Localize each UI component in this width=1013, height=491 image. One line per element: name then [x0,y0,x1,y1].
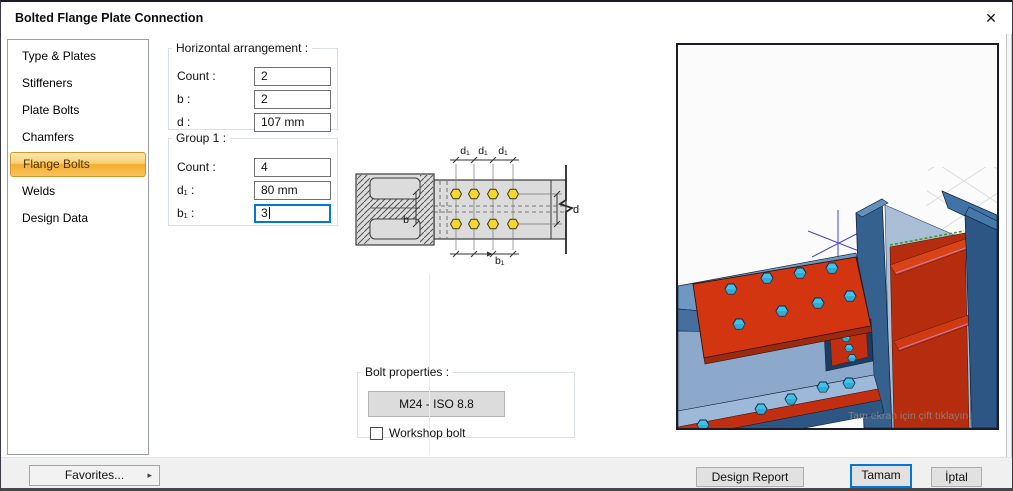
count-field[interactable]: 2 [254,67,331,86]
group1-group: Group 1 : Count : 4 d₁ : 80 mm b₁ : 3 [168,131,338,226]
d1-label: d₁ : [177,183,194,197]
sidebar-item-welds[interactable]: Welds [8,178,148,205]
sidebar-item-chamfers[interactable]: Chamfers [8,124,148,151]
dialog-title: Bolted Flange Plate Connection [15,2,203,34]
b1-label: b₁ : [177,206,194,220]
close-icon[interactable]: ✕ [976,5,1006,31]
text-caret [269,207,270,219]
design-report-button[interactable]: Design Report [696,467,804,487]
workshop-bolt-label: Workshop bolt [389,424,465,443]
count-label: Count : [177,69,216,83]
fullscreen-hint: Tam ekran için çift tıklayın. [848,410,971,422]
group1-title: Group 1 : [172,131,230,145]
group1-count-field[interactable]: 4 [254,158,331,177]
b-field[interactable]: 2 [254,90,331,109]
bolt-layout-diagram: b d₁ d₁ d₁ b₁ d [346,142,646,277]
favorites-arrow-icon: ▸ [147,466,152,485]
sidebar-item-stiffeners[interactable]: Stiffeners [8,70,148,97]
bottom-bar: Favorites... ▸ Design Report Tamam İptal [1,457,1012,490]
d-field[interactable]: 107 mm [254,113,331,132]
sidebar-nav: Type & Plates Stiffeners Plate Bolts Cha… [7,39,149,455]
sidebar-item-plate-bolts[interactable]: Plate Bolts [8,97,148,124]
dim-label-b: b [403,214,409,226]
3d-preview[interactable]: Tam ekran için çift tıklayın. [676,43,999,430]
dim-label-d1: d₁ [498,145,508,157]
horizontal-arrangement-title: Horizontal arrangement : [172,41,312,55]
titlebar: Bolted Flange Plate Connection ✕ [1,2,1012,34]
dim-label-d1: d₁ [478,145,488,157]
3d-connection-render: Tam ekran için çift tıklayın. [678,45,997,428]
d-label: d : [177,115,190,129]
favorites-button[interactable]: Favorites... ▸ [29,465,160,486]
dim-label-d: d [573,204,579,216]
bolt-size-button[interactable]: M24 - ISO 8.8 [368,391,505,417]
panel-divider [429,274,430,455]
bolt-properties-title: Bolt properties : [361,365,453,379]
bolt-properties-group: Bolt properties : M24 - ISO 8.8 Workshop… [357,365,575,438]
workshop-bolt-checkbox[interactable] [370,427,383,440]
bolted-flange-plate-dialog: Bolted Flange Plate Connection ✕ Type & … [0,0,1013,491]
sidebar-item-type-plates[interactable]: Type & Plates [8,43,148,70]
horizontal-arrangement-group: Horizontal arrangement : Count : 2 b : 2… [168,41,338,130]
b1-field-focused[interactable]: 3 [254,204,331,223]
d1-field[interactable]: 80 mm [254,181,331,200]
cancel-button[interactable]: İptal [931,467,982,487]
sidebar-item-flange-bolts[interactable]: Flange Bolts [10,152,146,177]
sidebar-item-design-data[interactable]: Design Data [8,205,148,232]
ok-button[interactable]: Tamam [850,464,912,488]
dim-label-b1: b₁ [495,255,505,267]
group1-count-label: Count : [177,160,216,174]
dim-label-d1: d₁ [460,145,470,157]
splitter-handle[interactable] [1006,34,1012,457]
b-label: b : [177,92,190,106]
